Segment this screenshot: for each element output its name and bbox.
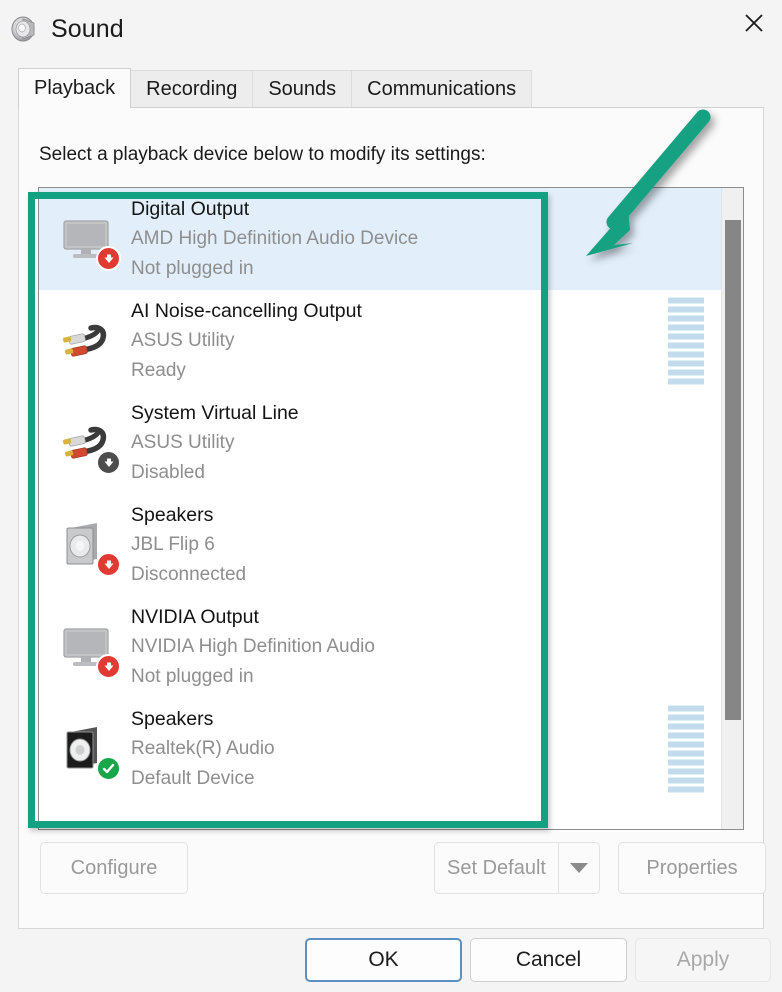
device-name: Speakers: [131, 504, 214, 526]
device-status: Not plugged in: [131, 666, 254, 687]
scrollbar[interactable]: [721, 188, 743, 829]
volume-meter-segment: [668, 732, 704, 739]
device-info: System Virtual Line ASUS Utility Disable…: [131, 398, 722, 488]
tab-communications-label: Communications: [367, 78, 517, 100]
volume-meter-segment: [668, 777, 704, 784]
set-default-dropdown-button[interactable]: [558, 842, 600, 894]
tab-playback-label: Playback: [34, 77, 116, 99]
device-name: NVIDIA Output: [131, 606, 259, 628]
set-default-button[interactable]: Set Default: [434, 842, 558, 894]
properties-label: Properties: [646, 856, 738, 879]
device-list-item[interactable]: Speakers JBL Flip 6 Disconnected: [39, 494, 722, 596]
volume-meter-segment: [668, 705, 704, 712]
title-bar: Sound: [0, 0, 782, 58]
device-list-item[interactable]: Speakers Realtek(R) Audio Default Device: [39, 698, 722, 800]
device-driver: AMD High Definition Audio Device: [131, 228, 419, 249]
device-info: Speakers JBL Flip 6 Disconnected: [131, 500, 722, 590]
device-driver: JBL Flip 6: [131, 534, 215, 555]
ok-label: OK: [368, 948, 399, 971]
ok-button[interactable]: OK: [305, 938, 462, 982]
tab-playback[interactable]: Playback: [18, 68, 132, 108]
device-info: NVIDIA Output NVIDIA High Definition Aud…: [131, 602, 722, 692]
volume-meter-segment: [668, 768, 704, 775]
volume-meter-segment: [668, 306, 704, 313]
device-name: AI Noise-cancelling Output: [131, 300, 362, 322]
volume-meter-segment: [668, 750, 704, 757]
not-plugged-in-badge-icon: [96, 246, 121, 271]
set-default-label: Set Default: [447, 856, 546, 879]
configure-label: Configure: [70, 856, 158, 879]
tab-sounds[interactable]: Sounds: [252, 70, 353, 108]
device-info: Digital Output AMD High Definition Audio…: [131, 194, 722, 284]
volume-meter-segment: [668, 324, 704, 331]
rca-cable-icon: [57, 310, 119, 372]
tab-recording[interactable]: Recording: [130, 70, 254, 108]
volume-meter-segment: [668, 333, 704, 340]
not-plugged-in-badge-icon: [96, 552, 121, 577]
device-list-item[interactable]: NVIDIA Output NVIDIA High Definition Aud…: [39, 596, 722, 698]
cancel-button[interactable]: Cancel: [470, 938, 627, 982]
device-list-item[interactable]: Digital Output AMD High Definition Audio…: [39, 188, 722, 290]
default-device-badge-icon: [96, 756, 121, 781]
volume-meter-segment: [668, 351, 704, 358]
volume-meter-segment: [668, 360, 704, 367]
speaker-icon: [10, 14, 40, 44]
volume-meter-segment: [668, 714, 704, 721]
volume-meter-segment: [668, 369, 704, 376]
tab-communications[interactable]: Communications: [351, 70, 533, 108]
apply-label: Apply: [676, 948, 730, 971]
monitor-icon: [57, 208, 121, 271]
rca-cable-icon: [57, 412, 121, 475]
device-status: Default Device: [131, 768, 255, 789]
window-title: Sound: [51, 14, 124, 43]
device-status: Not plugged in: [131, 258, 254, 279]
not-plugged-in-badge-icon: [96, 654, 121, 679]
scrollbar-thumb[interactable]: [725, 220, 741, 720]
volume-meter-segment: [668, 723, 704, 730]
device-driver: NVIDIA High Definition Audio: [131, 636, 375, 657]
chevron-down-icon: [570, 863, 588, 873]
tab-recording-label: Recording: [146, 78, 238, 100]
volume-meter-segment: [668, 786, 704, 793]
apply-button: Apply: [635, 938, 771, 982]
monitor-icon: [57, 616, 121, 679]
tab-strip: Playback Recording Sounds Communications: [18, 68, 764, 108]
device-name: System Virtual Line: [131, 402, 299, 424]
speaker-box-dark-icon: [57, 718, 121, 781]
device-name: Digital Output: [131, 198, 250, 220]
volume-meter-segment: [668, 378, 704, 385]
disabled-badge-icon: [96, 450, 121, 475]
cancel-label: Cancel: [515, 948, 582, 971]
tab-sounds-label: Sounds: [268, 78, 337, 100]
device-list[interactable]: Digital Output AMD High Definition Audio…: [38, 187, 744, 830]
close-icon[interactable]: [726, 0, 782, 46]
properties-button[interactable]: Properties: [618, 842, 766, 894]
device-status: Disconnected: [131, 564, 247, 585]
volume-meter-segment: [668, 741, 704, 748]
device-list-inner: Digital Output AMD High Definition Audio…: [39, 188, 722, 829]
device-status: Disabled: [131, 462, 205, 483]
configure-button[interactable]: Configure: [40, 842, 188, 894]
device-actions: Configure Set Default Properties: [40, 842, 766, 894]
device-driver: ASUS Utility: [131, 432, 235, 453]
speaker-box-icon: [57, 514, 121, 577]
volume-meter-segment: [668, 759, 704, 766]
device-driver: Realtek(R) Audio: [131, 738, 275, 759]
device-driver: ASUS Utility: [131, 330, 235, 351]
device-info: AI Noise-cancelling Output ASUS Utility …: [131, 296, 722, 386]
device-info: Speakers Realtek(R) Audio Default Device: [131, 704, 722, 794]
device-name: Speakers: [131, 708, 214, 730]
device-status: Ready: [131, 360, 186, 381]
device-list-item[interactable]: System Virtual Line ASUS Utility Disable…: [39, 392, 722, 494]
playback-panel: Select a playback device below to modify…: [18, 107, 766, 929]
device-list-item[interactable]: AI Noise-cancelling Output ASUS Utility …: [39, 290, 722, 392]
instruction-text: Select a playback device below to modify…: [39, 144, 486, 165]
volume-meter-segment: [668, 315, 704, 322]
volume-meter-segment: [668, 297, 704, 304]
volume-meter-segment: [668, 342, 704, 349]
dialog-footer: OK Cancel Apply: [0, 930, 782, 992]
